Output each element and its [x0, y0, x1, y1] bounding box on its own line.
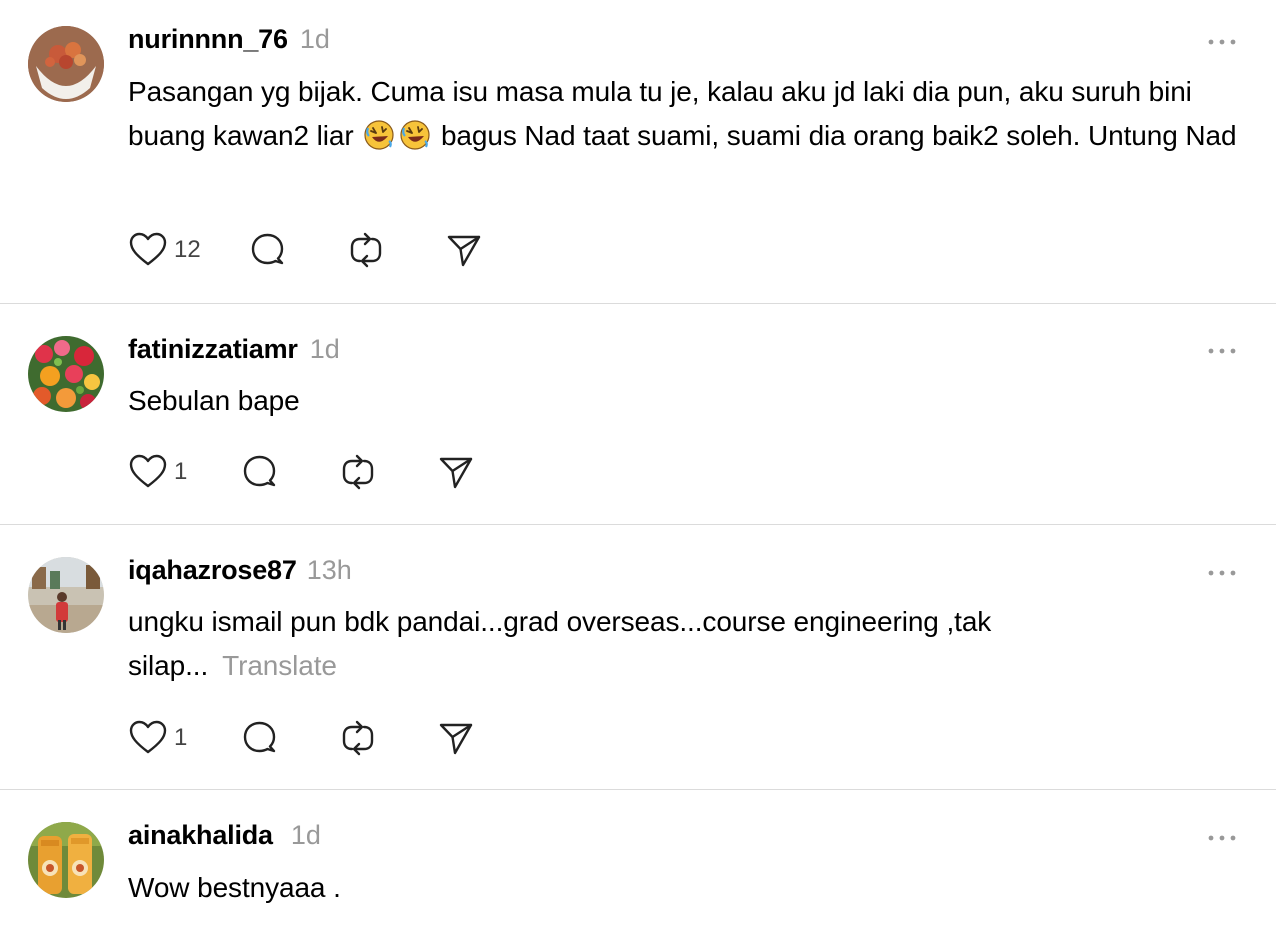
heart-icon — [129, 454, 167, 488]
more-options-button[interactable] — [1204, 561, 1240, 585]
action-bar: 1 — [128, 716, 496, 760]
post-text-content: Wow bestnyaaa . — [128, 872, 341, 903]
more-options-icon — [1208, 570, 1236, 576]
repost-icon — [342, 720, 374, 756]
share-button[interactable] — [444, 230, 504, 270]
action-bar: 1 — [128, 450, 496, 494]
repost-button[interactable] — [338, 718, 436, 758]
username[interactable]: iqahazrose87 — [128, 555, 297, 586]
repost-button[interactable] — [346, 230, 444, 270]
reply-button[interactable] — [240, 718, 338, 758]
post-text: Sebulan bape — [128, 379, 1248, 423]
share-button[interactable] — [436, 718, 496, 758]
repost-icon — [342, 454, 374, 490]
timestamp: 1d — [290, 820, 321, 850]
like-count: 1 — [174, 458, 188, 485]
reply-button[interactable] — [240, 452, 338, 492]
avatar[interactable] — [28, 822, 104, 898]
more-options-button[interactable] — [1204, 30, 1240, 54]
rolling-on-floor-laughing-emoji — [400, 120, 430, 150]
like-button[interactable]: 1 — [128, 718, 240, 758]
timestamp: 1d — [309, 334, 340, 364]
send-icon — [439, 723, 473, 755]
repost-icon — [350, 232, 382, 268]
like-count: 12 — [174, 236, 201, 263]
post: iqahazrose87 13h ungku ismail pun bdk pa… — [0, 525, 1276, 789]
avatar[interactable] — [28, 26, 104, 102]
username[interactable]: nurinnnn_76 — [128, 24, 288, 55]
post-header: nurinnnn_76 1d — [128, 24, 330, 60]
post-header: iqahazrose87 13h — [128, 555, 352, 591]
more-options-icon — [1208, 835, 1236, 841]
post-text: ungku ismail pun bdk pandai...grad overs… — [128, 600, 1088, 688]
share-button[interactable] — [436, 452, 496, 492]
post-text-part: bagus Nad taat suami, suami dia orang ba… — [440, 120, 1237, 151]
username[interactable]: ainakhalida — [128, 820, 273, 851]
heart-icon — [129, 720, 167, 754]
post-text: Wow bestnyaaa . — [128, 866, 1248, 910]
like-count: 1 — [174, 724, 188, 751]
post-header: fatinizzatiamr 1d — [128, 334, 340, 370]
comment-bubble-icon — [243, 721, 276, 753]
comment-bubble-icon — [251, 233, 284, 265]
avatar[interactable] — [28, 557, 104, 633]
heart-icon — [129, 232, 167, 266]
timestamp: 13h — [306, 555, 352, 585]
action-bar: 12 — [128, 228, 504, 272]
post-text-content: Sebulan bape — [128, 385, 300, 416]
translate-link[interactable]: Translate — [222, 650, 337, 681]
post-header: ainakhalida 1d — [128, 820, 321, 856]
more-options-icon — [1208, 348, 1236, 354]
like-button[interactable]: 1 — [128, 452, 240, 492]
rolling-on-floor-laughing-emoji — [364, 120, 394, 150]
avatar[interactable] — [28, 336, 104, 412]
post-text: Pasangan yg bijak. Cuma isu masa mula tu… — [128, 70, 1248, 158]
post: fatinizzatiamr 1d Sebulan bape 1 — [0, 304, 1276, 524]
comment-bubble-icon — [243, 455, 276, 487]
username[interactable]: fatinizzatiamr — [128, 334, 298, 365]
like-button[interactable]: 12 — [128, 230, 248, 270]
more-options-button[interactable] — [1204, 339, 1240, 363]
repost-button[interactable] — [338, 452, 436, 492]
more-options-icon — [1208, 39, 1236, 45]
reply-button[interactable] — [248, 230, 346, 270]
timestamp: 1d — [299, 24, 330, 54]
send-icon — [439, 457, 473, 489]
send-icon — [447, 235, 481, 267]
post: ainakhalida 1d Wow bestnyaaa . — [0, 790, 1276, 931]
more-options-button[interactable] — [1204, 826, 1240, 850]
post: nurinnnn_76 1d Pasangan yg bijak. Cuma i… — [0, 0, 1276, 303]
